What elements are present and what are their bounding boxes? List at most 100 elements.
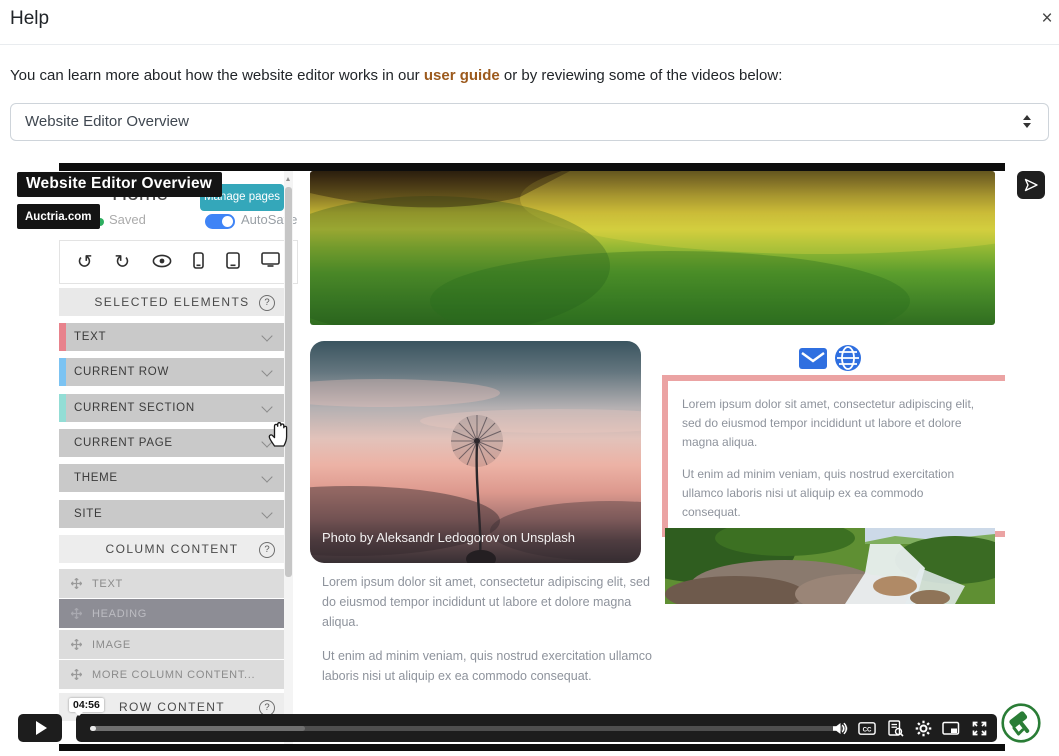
desktop-icon bbox=[261, 252, 280, 272]
selected-elements-title: SELECTED ELEMENTS bbox=[94, 295, 249, 309]
lorem-paragraph-1: Lorem ipsum dolor sit amet, consectetur … bbox=[322, 572, 654, 632]
color-stripe bbox=[59, 394, 66, 422]
arrow-up-icon bbox=[1023, 115, 1031, 120]
contact-icons bbox=[799, 347, 863, 374]
video-letterbox-bottom bbox=[59, 744, 1005, 751]
video-select[interactable]: Website Editor Overview bbox=[10, 103, 1049, 141]
time-tooltip: 04:56 bbox=[69, 698, 104, 712]
video-surface[interactable]: Home Manage pages Saved AutoSave ↺ ↻ SEL… bbox=[59, 171, 1005, 744]
gear-icon bbox=[915, 720, 932, 737]
column-content-item-image: IMAGE bbox=[59, 630, 285, 659]
column-content-item-more: MORE COLUMN CONTENT... bbox=[59, 660, 285, 689]
sidebar-item-current-section: CURRENT SECTION bbox=[59, 394, 285, 422]
chevron-down-icon bbox=[261, 330, 272, 341]
arrow-down-icon bbox=[1023, 123, 1031, 128]
captions-icon: CC bbox=[858, 720, 876, 737]
sidebar-item-theme: THEME bbox=[59, 464, 285, 492]
move-icon bbox=[71, 639, 82, 650]
close-icon[interactable]: × bbox=[1035, 7, 1059, 31]
captions-button[interactable]: CC bbox=[858, 719, 876, 737]
user-guide-link[interactable]: user guide bbox=[424, 67, 500, 84]
seek-buffered bbox=[90, 726, 305, 731]
editor-toolbar: ↺ ↻ bbox=[59, 240, 298, 284]
gavel-ribbon-icon bbox=[1001, 703, 1041, 743]
video-channel-overlay[interactable]: Auctria.com bbox=[17, 204, 100, 229]
modal-title: Help bbox=[10, 8, 49, 30]
play-button[interactable] bbox=[18, 714, 62, 742]
fullscreen-icon bbox=[971, 720, 988, 737]
intro-after: or by reviewing some of the videos below… bbox=[500, 67, 783, 84]
color-stripe bbox=[59, 358, 66, 386]
move-icon bbox=[71, 608, 82, 619]
control-icons: CC bbox=[830, 714, 988, 742]
chevron-down-icon bbox=[261, 471, 272, 482]
svg-text:CC: CC bbox=[863, 726, 872, 733]
move-icon bbox=[71, 578, 82, 589]
share-button[interactable] bbox=[1017, 171, 1045, 199]
intro-before: You can learn more about how the website… bbox=[10, 67, 424, 84]
saved-status-label: Saved bbox=[109, 212, 146, 227]
chevron-down-icon bbox=[261, 401, 272, 412]
transcript-button[interactable] bbox=[886, 719, 904, 737]
transcript-icon bbox=[887, 720, 904, 737]
chevron-down-icon bbox=[261, 507, 272, 518]
play-icon bbox=[36, 721, 47, 735]
color-stripe bbox=[59, 323, 66, 351]
column-content-item-text: TEXT bbox=[59, 569, 285, 598]
redo-icon: ↻ bbox=[114, 253, 130, 272]
volume-button[interactable] bbox=[830, 719, 848, 737]
column-content-item-heading: HEADING bbox=[59, 599, 285, 628]
tablet-icon bbox=[226, 252, 240, 273]
seek-bar[interactable] bbox=[90, 726, 848, 731]
select-arrows-icon bbox=[1023, 115, 1032, 129]
time-tooltip-text: 04:56 bbox=[73, 699, 100, 711]
photo-caption: Photo by Aleksandr Ledogorov on Unsplash bbox=[322, 530, 575, 545]
email-icon bbox=[799, 348, 827, 374]
sidebar-item-site: SITE bbox=[59, 500, 285, 528]
settings-button[interactable] bbox=[914, 719, 932, 737]
help-modal: { "modal": { "title": "Help", "close_gly… bbox=[0, 0, 1059, 756]
lorem-text-block: Lorem ipsum dolor sit amet, consectetur … bbox=[322, 572, 654, 700]
video-channel-text: Auctria.com bbox=[25, 211, 91, 223]
intro-text: You can learn more about how the website… bbox=[10, 65, 1050, 87]
volume-icon bbox=[831, 720, 848, 737]
highlighted-text-box: Lorem ipsum dolor sit amet, consectetur … bbox=[662, 375, 1005, 537]
lorem-paragraph-2: Ut enim ad minim veniam, quis nostrud ex… bbox=[682, 465, 980, 522]
seek-played bbox=[90, 726, 96, 731]
hand-cursor-icon bbox=[266, 418, 292, 453]
move-icon bbox=[71, 669, 82, 680]
video-title-text: Website Editor Overview bbox=[26, 175, 212, 192]
scrollbar-thumb bbox=[285, 187, 292, 577]
phone-icon bbox=[193, 252, 204, 273]
row-content-title: ROW CONTENT bbox=[119, 700, 225, 714]
lorem-paragraph-2: Ut enim ad minim veniam, quis nostrud ex… bbox=[322, 646, 654, 686]
preview-eye-icon bbox=[152, 253, 172, 272]
column-content-header: COLUMN CONTENT ? bbox=[59, 535, 285, 563]
pip-button[interactable] bbox=[942, 719, 960, 737]
video-title-overlay[interactable]: Website Editor Overview bbox=[17, 172, 222, 197]
sidebar-item-current-page: CURRENT PAGE bbox=[59, 429, 285, 457]
lorem-paragraph-1: Lorem ipsum dolor sit amet, consectetur … bbox=[682, 395, 980, 452]
tooltip-pointer bbox=[75, 712, 83, 716]
grass-hero-image bbox=[310, 171, 995, 325]
video-letterbox-top bbox=[59, 163, 1005, 171]
scroll-up-icon bbox=[286, 177, 290, 181]
paper-plane-icon bbox=[1023, 177, 1039, 193]
sidebar-scrollbar bbox=[284, 171, 293, 744]
player-control-bar: CC bbox=[76, 714, 997, 742]
auctria-logo[interactable] bbox=[1001, 703, 1041, 743]
undo-icon: ↺ bbox=[77, 253, 93, 272]
sidebar-item-current-row: CURRENT ROW bbox=[59, 358, 285, 386]
fullscreen-button[interactable] bbox=[970, 719, 988, 737]
globe-icon bbox=[835, 345, 861, 376]
sidebar-item-text: TEXT bbox=[59, 323, 285, 351]
autosave-toggle bbox=[205, 214, 235, 229]
chevron-down-icon bbox=[261, 365, 272, 376]
toggle-knob bbox=[222, 216, 233, 227]
help-circle-icon: ? bbox=[259, 295, 275, 311]
pip-icon bbox=[942, 720, 960, 737]
video-select-value: Website Editor Overview bbox=[25, 104, 189, 140]
modal-header: Help × bbox=[0, 0, 1059, 45]
selected-elements-header: SELECTED ELEMENTS ? bbox=[59, 288, 285, 316]
column-content-title: COLUMN CONTENT bbox=[106, 542, 239, 556]
